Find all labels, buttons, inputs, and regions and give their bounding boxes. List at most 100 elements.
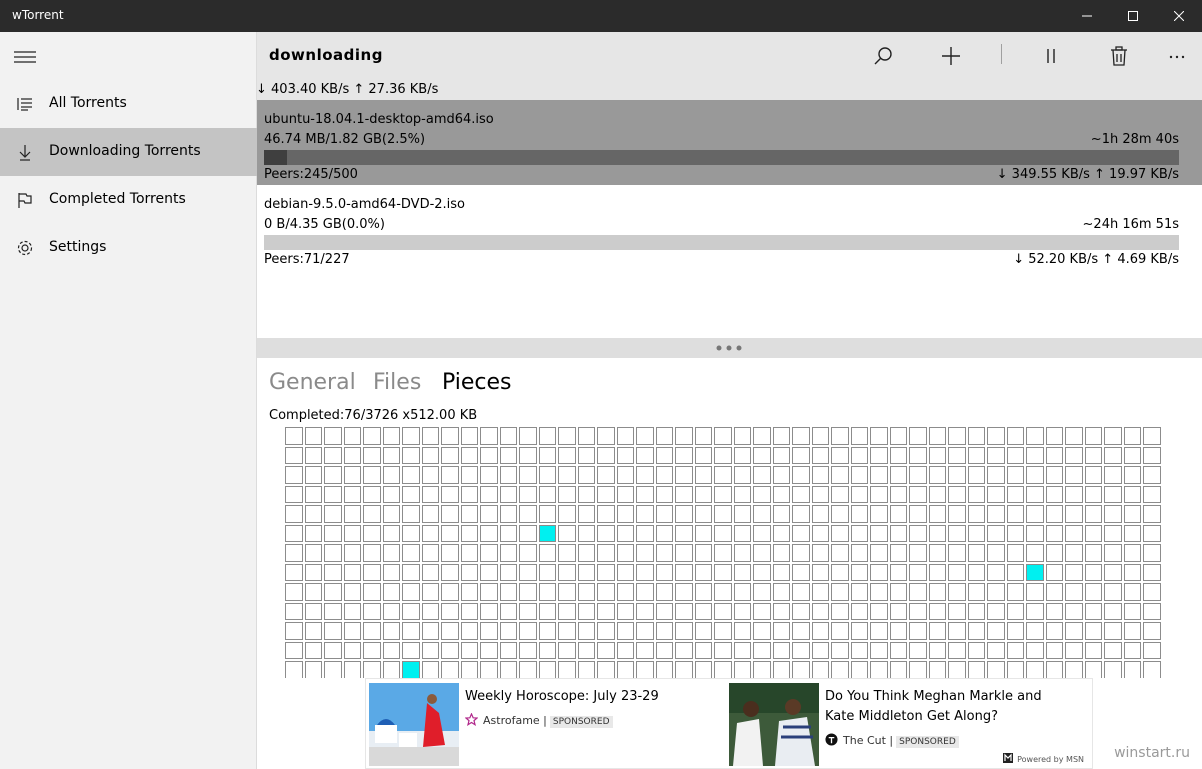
pieces-grid bbox=[285, 427, 1161, 678]
piece-cell bbox=[499, 427, 517, 445]
piece-cell bbox=[675, 427, 693, 445]
search-button[interactable] bbox=[865, 40, 901, 72]
ad-item[interactable]: Weekly Horoscope: July 23-29 Astrofame |… bbox=[369, 683, 729, 767]
add-torrent-button[interactable] bbox=[933, 40, 969, 72]
piece-cell bbox=[889, 661, 907, 678]
piece-cell bbox=[519, 641, 537, 659]
piece-cell bbox=[714, 622, 732, 640]
piece-cell bbox=[1123, 485, 1141, 503]
tab-pieces[interactable]: Pieces bbox=[442, 370, 512, 395]
piece-cell bbox=[421, 563, 439, 581]
piece-cell bbox=[519, 661, 537, 678]
pane-splitter[interactable] bbox=[257, 338, 1202, 358]
piece-cell bbox=[870, 602, 888, 620]
piece-cell bbox=[870, 661, 888, 678]
sidebar-item-settings[interactable]: Settings bbox=[0, 224, 257, 272]
piece-cell bbox=[850, 602, 868, 620]
piece-cell bbox=[655, 505, 673, 523]
hamburger-menu-button[interactable] bbox=[14, 48, 36, 66]
piece-cell bbox=[1045, 446, 1063, 464]
piece-cell bbox=[1045, 544, 1063, 562]
piece-cell bbox=[753, 602, 771, 620]
piece-cell bbox=[987, 622, 1005, 640]
piece-cell bbox=[987, 485, 1005, 503]
piece-cell bbox=[1026, 485, 1044, 503]
piece-cell bbox=[363, 661, 381, 678]
piece-cell bbox=[870, 427, 888, 445]
torrent-item[interactable]: debian-9.5.0-amd64-DVD-2.iso 0 B/4.35 GB… bbox=[257, 185, 1202, 270]
piece-cell bbox=[558, 661, 576, 678]
piece-cell bbox=[558, 602, 576, 620]
piece-cell bbox=[519, 583, 537, 601]
piece-cell bbox=[1104, 622, 1122, 640]
sidebar-item-downloading-torrents[interactable]: Downloading Torrents bbox=[0, 128, 257, 176]
piece-cell bbox=[324, 563, 342, 581]
piece-cell bbox=[363, 446, 381, 464]
sidebar-item-all-torrents[interactable]: All Torrents bbox=[0, 80, 257, 128]
piece-cell bbox=[460, 583, 478, 601]
piece-cell bbox=[382, 505, 400, 523]
piece-cell bbox=[616, 641, 634, 659]
piece-cell bbox=[324, 446, 342, 464]
pause-icon bbox=[1047, 49, 1055, 63]
piece-cell bbox=[636, 485, 654, 503]
piece-cell bbox=[1104, 427, 1122, 445]
piece-cell bbox=[382, 485, 400, 503]
piece-cell bbox=[1123, 524, 1141, 542]
piece-cell bbox=[382, 602, 400, 620]
piece-cell bbox=[304, 466, 322, 484]
maximize-button[interactable] bbox=[1110, 0, 1156, 32]
piece-cell bbox=[909, 446, 927, 464]
piece-cell bbox=[772, 602, 790, 620]
tab-general[interactable]: General bbox=[269, 370, 356, 395]
sidebar-item-completed-torrents[interactable]: Completed Torrents bbox=[0, 176, 257, 224]
ad-source: The Cut | SPONSORED bbox=[825, 733, 959, 748]
piece-cell bbox=[987, 661, 1005, 678]
piece-cell bbox=[909, 505, 927, 523]
piece-cell bbox=[285, 661, 303, 678]
piece-cell bbox=[772, 524, 790, 542]
more-options-button[interactable] bbox=[1159, 40, 1195, 72]
piece-cell bbox=[967, 466, 985, 484]
piece-cell bbox=[792, 563, 810, 581]
piece-cell bbox=[733, 485, 751, 503]
piece-cell bbox=[753, 641, 771, 659]
piece-cell bbox=[480, 524, 498, 542]
torrent-item[interactable]: ubuntu-18.04.1-desktop-amd64.iso 46.74 M… bbox=[257, 100, 1202, 185]
piece-cell bbox=[948, 427, 966, 445]
piece-cell bbox=[753, 524, 771, 542]
piece-cell bbox=[772, 427, 790, 445]
piece-cell bbox=[285, 544, 303, 562]
minimize-button[interactable] bbox=[1064, 0, 1110, 32]
tab-files[interactable]: Files bbox=[373, 370, 421, 395]
torrent-name: ubuntu-18.04.1-desktop-amd64.iso bbox=[264, 112, 494, 127]
piece-cell bbox=[928, 446, 946, 464]
piece-cell bbox=[850, 641, 868, 659]
piece-cell bbox=[831, 427, 849, 445]
piece-cell bbox=[928, 427, 946, 445]
piece-cell bbox=[675, 583, 693, 601]
pause-button[interactable] bbox=[1033, 40, 1069, 72]
piece-cell bbox=[636, 446, 654, 464]
piece-cell bbox=[967, 544, 985, 562]
piece-cell bbox=[1045, 524, 1063, 542]
piece-cell bbox=[1123, 641, 1141, 659]
piece-cell bbox=[402, 485, 420, 503]
piece-cell bbox=[499, 661, 517, 678]
pieces-completed: Completed:76/3726 x512.00 KB bbox=[269, 408, 478, 423]
piece-cell bbox=[304, 622, 322, 640]
piece-cell bbox=[733, 563, 751, 581]
piece-cell bbox=[597, 583, 615, 601]
piece-cell bbox=[928, 641, 946, 659]
close-button[interactable] bbox=[1156, 0, 1202, 32]
piece-cell bbox=[792, 427, 810, 445]
ad-banner[interactable]: Weekly Horoscope: July 23-29 Astrofame |… bbox=[365, 678, 1093, 769]
piece-cell bbox=[616, 602, 634, 620]
piece-cell bbox=[324, 661, 342, 678]
delete-button[interactable] bbox=[1101, 40, 1137, 72]
piece-cell bbox=[1065, 622, 1083, 640]
piece-cell bbox=[285, 485, 303, 503]
piece-cell bbox=[792, 466, 810, 484]
torrent-peers: Peers:245/500 bbox=[264, 167, 358, 182]
piece-cell bbox=[382, 466, 400, 484]
